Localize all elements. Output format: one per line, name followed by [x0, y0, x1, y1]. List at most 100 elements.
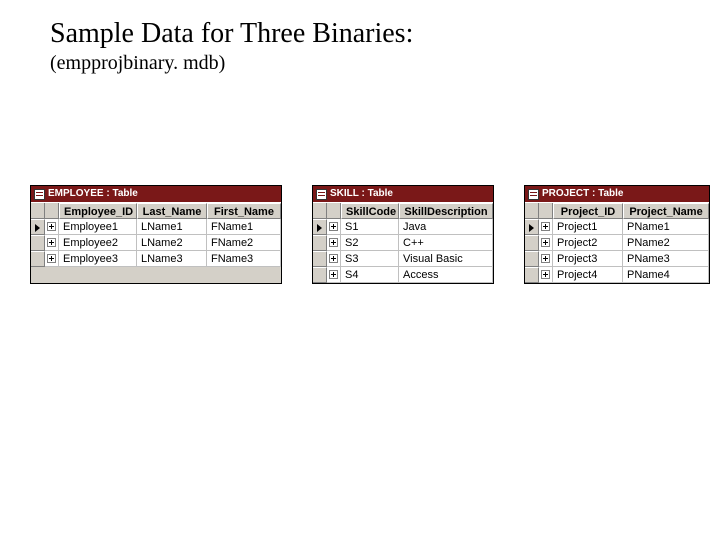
expand-header-gutter	[539, 203, 553, 219]
cell[interactable]: LName1	[137, 219, 207, 235]
record-selector[interactable]	[525, 267, 539, 283]
cell[interactable]: Visual Basic	[399, 251, 493, 267]
skill-table-window: SKILL : Table SkillCode SkillDescription…	[312, 185, 494, 284]
page-subtitle: (empprojbinary. mdb)	[50, 52, 720, 75]
datasheet-icon	[316, 189, 327, 200]
record-selector[interactable]	[31, 251, 45, 267]
employee-table-window: EMPLOYEE : Table Employee_ID Last_Name F…	[30, 185, 282, 284]
table-row: Employee3 LName3 FName3	[31, 251, 281, 267]
cell[interactable]: S3	[341, 251, 399, 267]
cell[interactable]: PName2	[623, 235, 709, 251]
employee-titlebar[interactable]: EMPLOYEE : Table	[31, 186, 281, 202]
table-row: Employee1 LName1 FName1	[31, 219, 281, 235]
expand-toggle[interactable]	[327, 251, 341, 267]
expand-toggle[interactable]	[45, 219, 59, 235]
cell[interactable]: Java	[399, 219, 493, 235]
select-all-cell[interactable]	[525, 203, 539, 219]
cell[interactable]: S1	[341, 219, 399, 235]
select-all-cell[interactable]	[313, 203, 327, 219]
employee-header-row: Employee_ID Last_Name First_Name	[31, 202, 281, 219]
cell[interactable]: FName2	[207, 235, 281, 251]
plus-icon	[329, 270, 338, 279]
plus-icon	[329, 222, 338, 231]
select-all-cell[interactable]	[31, 203, 45, 219]
record-selector[interactable]	[313, 267, 327, 283]
cell[interactable]: PName3	[623, 251, 709, 267]
column-header[interactable]: SkillDescription	[399, 203, 493, 219]
column-header[interactable]: First_Name	[207, 203, 281, 219]
cell[interactable]: Employee2	[59, 235, 137, 251]
cell[interactable]: Access	[399, 267, 493, 283]
cell[interactable]: C++	[399, 235, 493, 251]
table-row: Project3 PName3	[525, 251, 709, 267]
employee-title-text: EMPLOYEE : Table	[48, 186, 138, 202]
plus-icon	[541, 222, 550, 231]
cell[interactable]: Project2	[553, 235, 623, 251]
cell[interactable]: PName4	[623, 267, 709, 283]
plus-icon	[329, 238, 338, 247]
plus-icon	[47, 222, 56, 231]
table-row: S4 Access	[313, 267, 493, 283]
cell[interactable]: Employee3	[59, 251, 137, 267]
column-header[interactable]: Project_Name	[623, 203, 709, 219]
expand-toggle[interactable]	[539, 235, 553, 251]
table-row: S2 C++	[313, 235, 493, 251]
column-header[interactable]: SkillCode	[341, 203, 399, 219]
project-table-window: PROJECT : Table Project_ID Project_Name …	[524, 185, 710, 284]
plus-icon	[541, 238, 550, 247]
cell[interactable]: LName2	[137, 235, 207, 251]
record-selector[interactable]	[313, 219, 327, 235]
expand-toggle[interactable]	[45, 235, 59, 251]
expand-header-gutter	[327, 203, 341, 219]
record-selector[interactable]	[31, 219, 45, 235]
record-selector[interactable]	[525, 251, 539, 267]
cell[interactable]: Employee1	[59, 219, 137, 235]
skill-header-row: SkillCode SkillDescription	[313, 202, 493, 219]
datasheet-icon	[528, 189, 539, 200]
column-header[interactable]: Last_Name	[137, 203, 207, 219]
cell[interactable]: S2	[341, 235, 399, 251]
project-titlebar[interactable]: PROJECT : Table	[525, 186, 709, 202]
record-selector[interactable]	[31, 235, 45, 251]
expand-header-gutter	[45, 203, 59, 219]
column-header[interactable]: Project_ID	[553, 203, 623, 219]
record-selector[interactable]	[525, 235, 539, 251]
plus-icon	[541, 270, 550, 279]
table-row: Project1 PName1	[525, 219, 709, 235]
plus-icon	[47, 254, 56, 263]
skill-title-text: SKILL : Table	[330, 186, 393, 202]
plus-icon	[541, 254, 550, 263]
cell[interactable]: Project1	[553, 219, 623, 235]
plus-icon	[47, 238, 56, 247]
expand-toggle[interactable]	[539, 219, 553, 235]
datasheet-icon	[34, 189, 45, 200]
table-row: Project4 PName4	[525, 267, 709, 283]
column-header[interactable]: Employee_ID	[59, 203, 137, 219]
cell[interactable]: FName3	[207, 251, 281, 267]
expand-toggle[interactable]	[539, 251, 553, 267]
plus-icon	[329, 254, 338, 263]
cell[interactable]: Project4	[553, 267, 623, 283]
page-title: Sample Data for Three Binaries:	[50, 18, 720, 50]
table-row: S3 Visual Basic	[313, 251, 493, 267]
record-selector[interactable]	[313, 251, 327, 267]
expand-toggle[interactable]	[327, 219, 341, 235]
record-selector[interactable]	[525, 219, 539, 235]
cell[interactable]: PName1	[623, 219, 709, 235]
expand-toggle[interactable]	[327, 235, 341, 251]
record-selector[interactable]	[313, 235, 327, 251]
project-header-row: Project_ID Project_Name	[525, 202, 709, 219]
table-row: Project2 PName2	[525, 235, 709, 251]
cell[interactable]: Project3	[553, 251, 623, 267]
table-row: Employee2 LName2 FName2	[31, 235, 281, 251]
cell[interactable]: FName1	[207, 219, 281, 235]
project-title-text: PROJECT : Table	[542, 186, 624, 202]
expand-toggle[interactable]	[327, 267, 341, 283]
skill-titlebar[interactable]: SKILL : Table	[313, 186, 493, 202]
expand-toggle[interactable]	[539, 267, 553, 283]
cell[interactable]: S4	[341, 267, 399, 283]
table-row: S1 Java	[313, 219, 493, 235]
tables-area: EMPLOYEE : Table Employee_ID Last_Name F…	[30, 185, 710, 284]
cell[interactable]: LName3	[137, 251, 207, 267]
expand-toggle[interactable]	[45, 251, 59, 267]
